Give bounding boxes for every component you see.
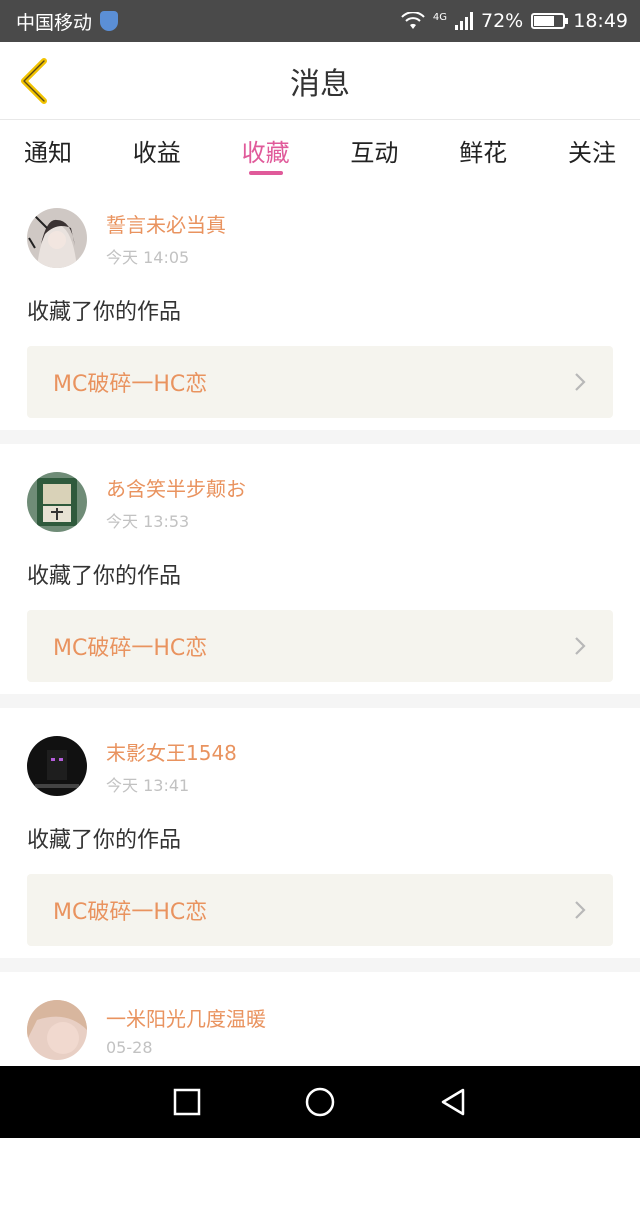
wifi-icon <box>401 12 425 29</box>
triangle-back-icon <box>442 1088 465 1116</box>
list-item: 誓言未必当真 今天 14:05 收藏了你的作品 MC破碎一HC恋 <box>0 180 640 430</box>
tab-notifications[interactable]: 通知 <box>24 121 72 179</box>
divider <box>0 694 640 708</box>
avatar[interactable] <box>27 472 87 532</box>
tab-bar: 通知 收益 收藏 互动 鲜花 关注 <box>0 121 640 179</box>
username[interactable]: あ含笑半步颠お <box>106 473 246 502</box>
chevron-right-icon <box>575 901 586 919</box>
list-item: 末影女王1548 今天 13:41 收藏了你的作品 MC破碎一HC恋 <box>0 708 640 958</box>
status-bar: 中国移动 4G 72% 18:49 <box>0 0 640 42</box>
tab-follows[interactable]: 关注 <box>568 121 616 179</box>
list-item: あ含笑半步颠お 今天 13:53 收藏了你的作品 MC破碎一HC恋 <box>0 444 640 694</box>
tab-interactions[interactable]: 互动 <box>350 121 398 179</box>
back-arrow-icon[interactable] <box>14 56 54 106</box>
back-button[interactable] <box>436 1085 470 1119</box>
work-link[interactable]: MC破碎一HC恋 <box>27 610 613 682</box>
tab-flowers[interactable]: 鲜花 <box>459 121 507 179</box>
shield-icon <box>100 11 119 31</box>
circle-icon <box>305 1087 335 1117</box>
battery-icon <box>531 13 569 29</box>
header: 消息 <box>0 42 640 120</box>
home-button[interactable] <box>303 1085 337 1119</box>
timestamp: 今天 14:05 <box>106 247 190 267</box>
chevron-right-icon <box>575 373 586 391</box>
work-title: MC破碎一HC恋 <box>53 900 208 925</box>
avatar[interactable] <box>27 736 87 796</box>
carrier-label: 中国移动 <box>16 11 93 34</box>
timestamp: 05-28 <box>106 1038 153 1057</box>
system-nav-bar <box>0 1066 640 1138</box>
action-text: 收藏了你的作品 <box>27 828 182 853</box>
username[interactable]: 一米阳光几度温暖 <box>106 1003 266 1032</box>
work-link[interactable]: MC破碎一HC恋 <box>27 346 613 418</box>
divider <box>0 958 640 972</box>
signal-icon <box>455 12 473 30</box>
battery-percent: 72% <box>481 10 524 32</box>
action-text: 收藏了你的作品 <box>27 300 182 325</box>
avatar[interactable] <box>27 208 87 268</box>
tab-favorites[interactable]: 收藏 <box>242 121 290 179</box>
chevron-right-icon <box>575 637 586 655</box>
square-icon <box>173 1088 200 1116</box>
clock: 18:49 <box>573 10 628 32</box>
avatar[interactable] <box>27 1000 87 1060</box>
action-text: 收藏了你的作品 <box>27 564 182 589</box>
recent-apps-button[interactable] <box>170 1085 204 1119</box>
username[interactable]: 末影女王1548 <box>106 737 237 766</box>
work-link[interactable]: MC破碎一HC恋 <box>27 874 613 946</box>
tab-earnings[interactable]: 收益 <box>133 121 181 179</box>
timestamp: 今天 13:41 <box>106 775 190 795</box>
work-title: MC破碎一HC恋 <box>53 372 208 397</box>
username[interactable]: 誓言未必当真 <box>106 209 226 238</box>
network-type-label: 4G <box>432 12 447 23</box>
timestamp: 今天 13:53 <box>106 511 190 531</box>
page-title: 消息 <box>290 66 350 102</box>
work-title: MC破碎一HC恋 <box>53 636 208 661</box>
divider <box>0 430 640 444</box>
